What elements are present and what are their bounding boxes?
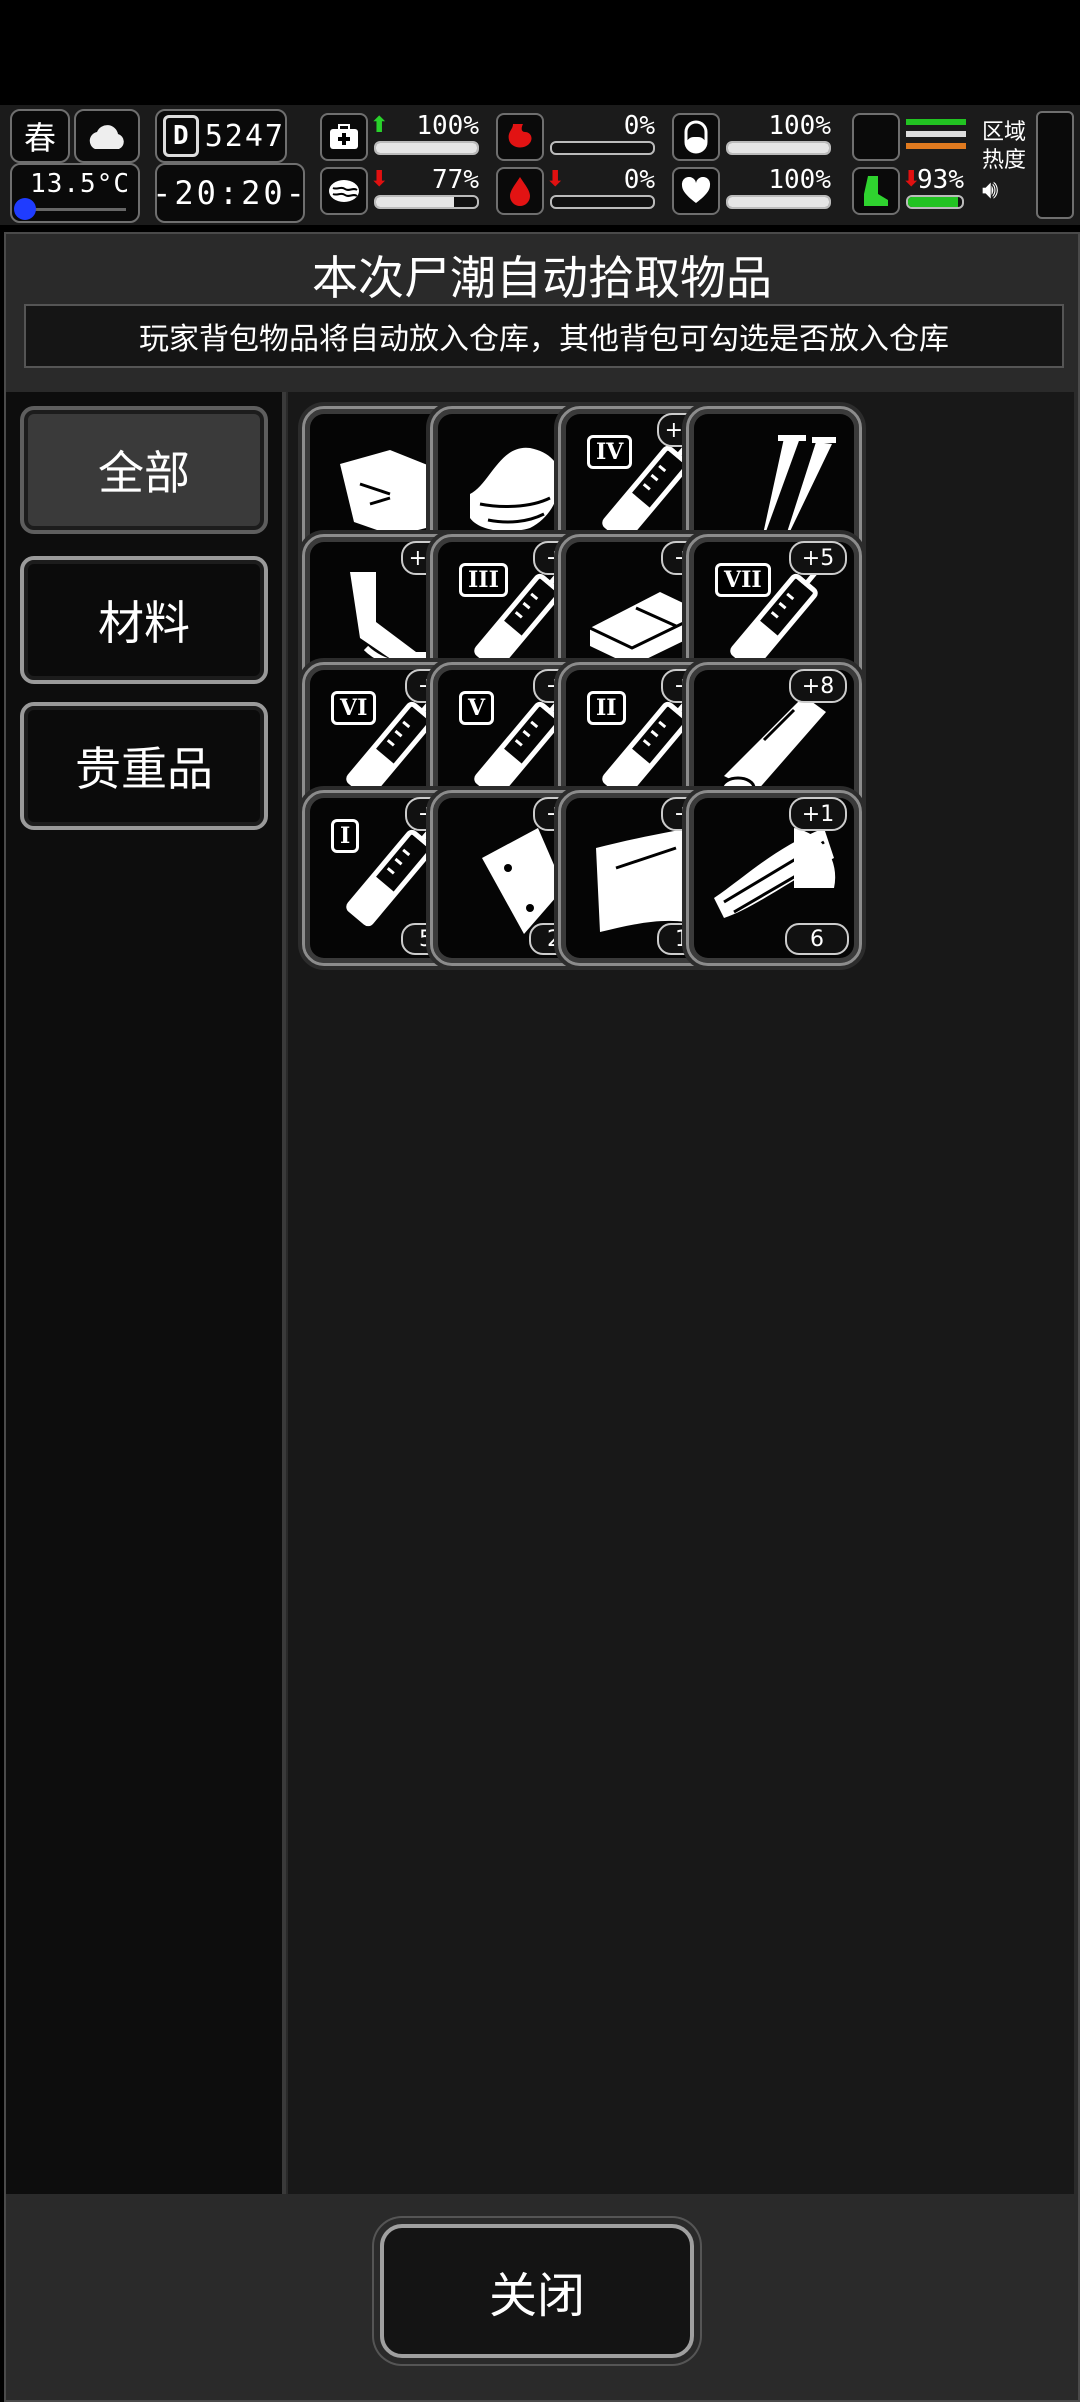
boot-icon [852,167,900,215]
panel-subtitle: 玩家背包物品将自动放入仓库，其他背包可勾选是否放入仓库 [24,304,1064,368]
area-heat-label: 区域 热度 🔊︎ [982,119,1026,205]
temperature-value: 13.5°C [30,169,130,199]
stat-bar [550,195,655,209]
stat-value: 0% [623,111,655,141]
blood-drop-icon [496,167,544,215]
category-tab-materials[interactable]: 材料 [20,556,268,684]
stat-arrow: ⬇ [546,167,565,192]
stat-value: 0% [623,165,655,195]
status-bar: 春 13.5°C D 5247 -20:20- ⬆ 100% 0% 100% ⬇ 77% ⬇… [0,105,1080,225]
panel-title: 本次尸潮自动拾取物品 [312,251,772,305]
stat-pill: 100% [672,111,837,161]
tier-badge: VII [715,563,771,597]
bonus-badge: +1 [789,797,847,831]
stat-bar [906,195,964,209]
stat-bar [550,141,655,155]
auto-pickup-panel: 本次尸潮自动拾取物品 玩家背包物品将自动放入仓库，其他背包可勾选是否放入仓库 全… [4,232,1080,2402]
season-badge: 春 [10,109,70,163]
thermometer-icon [14,198,36,220]
top-bar-black [0,0,1080,105]
stat-bar [374,195,479,209]
stat-stomach: 0% [496,111,661,161]
temperature-display: 13.5°C [10,163,140,223]
season-label: 春 [23,119,56,157]
stat-heart: 100% [672,165,837,215]
stat-boot: ⬇ 93% [852,165,970,215]
stomach-icon [496,113,544,161]
day-icon: D [163,115,199,157]
item-grid: 999+999+IV+1010448+1879III+558+874VII+57… [288,392,1074,2194]
stat-bar [374,141,479,155]
stat-value: 93% [917,165,964,195]
tier-badge: I [331,819,360,853]
stat-blood-drop: ⬇ 0% [496,165,661,215]
speaker-icon[interactable]: 🔊︎ [982,175,1026,205]
stamina-indicator [852,111,970,161]
tier-badge: IV [587,435,633,469]
stat-arrow: ⬆ [370,113,389,138]
tier-badge: V [459,691,495,725]
cloud-icon [74,109,140,163]
category-tab-all[interactable]: 全部 [20,406,268,534]
stat-value: 100% [416,111,479,141]
item-slot[interactable]: +1 6 [686,790,862,966]
brain-icon [320,167,368,215]
day-counter: D 5247 [155,109,287,163]
bonus-badge: +8 [789,669,847,703]
clock-time: -20:20- [152,174,308,212]
area-label-line2: 热度 [982,148,1027,173]
clock: -20:20- [152,163,308,223]
day-number: 5247 [204,118,285,154]
stat-bar [726,141,831,155]
close-button[interactable]: 关闭 [380,2224,694,2358]
stat-value: 100% [768,165,831,195]
stat-value: 77% [432,165,479,195]
category-sidebar: 全部 材料 贵重品 [6,392,286,2194]
stat-value: 100% [768,111,831,141]
tier-badge: III [459,563,508,597]
heart-icon [672,167,720,215]
bonus-badge: +5 [789,541,847,575]
area-heat-meter [1036,111,1074,219]
category-tab-valuables[interactable]: 贵重品 [20,702,268,830]
area-label-line1: 区域 [982,120,1027,145]
item-count: 6 [785,923,849,955]
pill-icon [672,113,720,161]
stat-bar [726,195,831,209]
medkit-icon [320,113,368,161]
temperature-bar [26,208,126,211]
stat-arrow: ⬇ [370,167,389,192]
tier-badge: II [587,691,626,725]
tier-badge: VI [331,691,377,725]
stat-brain: ⬇ 77% [320,165,485,215]
stat-medkit: ⬆ 100% [320,111,485,161]
